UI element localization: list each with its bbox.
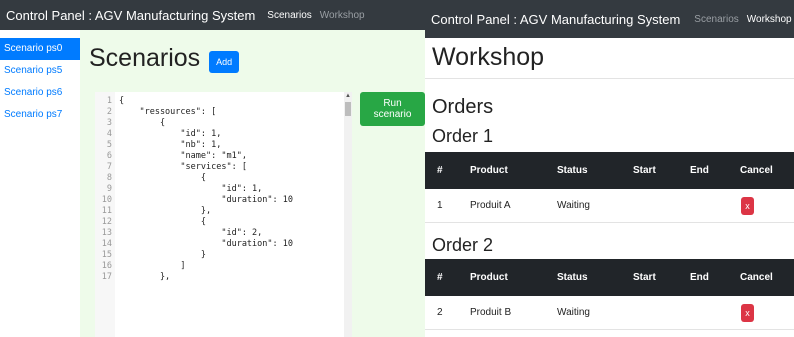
code-text: "duration": 10	[119, 239, 293, 249]
order-table: # Product Status Start End Cancel 2 Prod…	[425, 259, 794, 330]
col-header-status: Status	[557, 165, 588, 176]
top-navbar: Control Panel : AGV Manufacturing System…	[0, 0, 425, 30]
code-text: "id": 1,	[119, 129, 222, 139]
line-number: 3	[106, 118, 112, 128]
row-id: 2	[437, 307, 443, 318]
json-editor[interactable]: 1 {2 "ressources": [ 3 {4 "id": 1, 5 "nb": …	[95, 92, 344, 337]
line-number: 5	[106, 140, 112, 150]
scenarios-window: Control Panel : AGV Manufacturing System…	[0, 0, 425, 337]
col-header-id: #	[437, 272, 443, 283]
code-text: {	[119, 118, 166, 128]
col-header-product: Product	[470, 272, 508, 283]
col-header-cancel: Cancel	[740, 165, 773, 176]
code-text: }	[119, 250, 206, 260]
row-id: 1	[437, 200, 443, 211]
row-product: Produit A	[470, 200, 511, 211]
cancel-order-button[interactable]: x	[741, 303, 754, 322]
orders-heading: Orders	[432, 96, 494, 118]
row-product: Produit B	[470, 307, 512, 318]
line-number: 12	[101, 217, 112, 227]
code-text: {	[119, 217, 206, 227]
nav-link-workshop[interactable]: Workshop	[320, 10, 365, 21]
row-status: Waiting	[557, 307, 590, 318]
code-text: "ressources": [	[119, 107, 217, 117]
code-text: ]	[119, 261, 186, 271]
nav-link-scenarios[interactable]: Scenarios	[267, 10, 311, 21]
code-text: "services": [	[119, 162, 247, 172]
code-text: {	[119, 173, 206, 183]
col-header-id: #	[437, 165, 443, 176]
page-title: Workshop	[432, 43, 545, 71]
page-title: Scenarios	[89, 44, 201, 72]
code-text: "duration": 10	[119, 195, 293, 205]
line-number: 4	[106, 129, 112, 139]
row-status: Waiting	[557, 200, 590, 211]
sidebar-item-ps5[interactable]: Scenario ps5	[0, 60, 80, 82]
col-header-start: Start	[633, 272, 656, 283]
navbar-brand[interactable]: Control Panel : AGV Manufacturing System	[431, 12, 680, 27]
code-text: "id": 2,	[119, 228, 263, 238]
line-number: 8	[106, 173, 112, 183]
col-header-start: Start	[633, 165, 656, 176]
run-scenario-button[interactable]: Run scenario	[360, 92, 425, 126]
scroll-up-icon[interactable]: ▲	[344, 92, 352, 100]
line-number: 7	[106, 162, 112, 172]
col-header-status: Status	[557, 272, 588, 283]
order-heading: Order 1	[432, 126, 494, 146]
col-header-end: End	[690, 165, 709, 176]
top-navbar: Control Panel : AGV Manufacturing System…	[425, 0, 794, 38]
order-table: # Product Status Start End Cancel 1 Prod…	[425, 152, 794, 223]
editor-scrollbar[interactable]: ▲	[344, 92, 352, 337]
navbar-brand[interactable]: Control Panel : AGV Manufacturing System	[6, 8, 255, 23]
line-number: 14	[101, 239, 112, 249]
table-header: # Product Status Start End Cancel	[425, 152, 794, 189]
table-row: 1 Produit A Waiting x	[425, 189, 794, 223]
code-text: {	[119, 96, 125, 106]
col-header-end: End	[690, 272, 709, 283]
code-text: },	[119, 272, 171, 282]
line-number: 16	[101, 261, 112, 271]
line-number: 10	[101, 195, 112, 205]
sidebar-item-ps0[interactable]: Scenario ps0	[0, 38, 80, 60]
add-button[interactable]: Add	[209, 50, 240, 73]
line-number: 1	[106, 96, 112, 106]
code-text: "name": "m1",	[119, 151, 247, 161]
line-number: 17	[101, 272, 112, 282]
order-heading: Order 2	[432, 235, 494, 255]
cancel-order-button[interactable]: x	[741, 196, 754, 215]
line-number: 2	[106, 107, 112, 117]
sidebar-item-ps6[interactable]: Scenario ps6	[0, 82, 80, 104]
scroll-thumb[interactable]	[345, 102, 351, 116]
table-header: # Product Status Start End Cancel	[425, 259, 794, 296]
scenario-content: Scenarios Add 1 {2 "ressources": [ 3 {4 "i…	[80, 30, 425, 337]
col-header-cancel: Cancel	[740, 272, 773, 283]
workshop-window: Control Panel : AGV Manufacturing System…	[425, 0, 794, 337]
title-divider	[425, 78, 794, 79]
code-text: "nb": 1,	[119, 140, 222, 150]
scenario-sidebar: Scenario ps0 Scenario ps5 Scenario ps6 S…	[0, 38, 80, 126]
nav-link-workshop[interactable]: Workshop	[747, 14, 792, 25]
line-number: 13	[101, 228, 112, 238]
line-number: 6	[106, 151, 112, 161]
code-text: "id": 1,	[119, 184, 263, 194]
line-number: 15	[101, 250, 112, 260]
sidebar-item-ps7[interactable]: Scenario ps7	[0, 104, 80, 126]
col-header-product: Product	[470, 165, 508, 176]
code-text: },	[119, 206, 212, 216]
table-row: 2 Produit B Waiting x	[425, 296, 794, 330]
line-number: 9	[106, 184, 112, 194]
nav-link-scenarios[interactable]: Scenarios	[694, 14, 738, 25]
line-number: 11	[101, 206, 112, 216]
